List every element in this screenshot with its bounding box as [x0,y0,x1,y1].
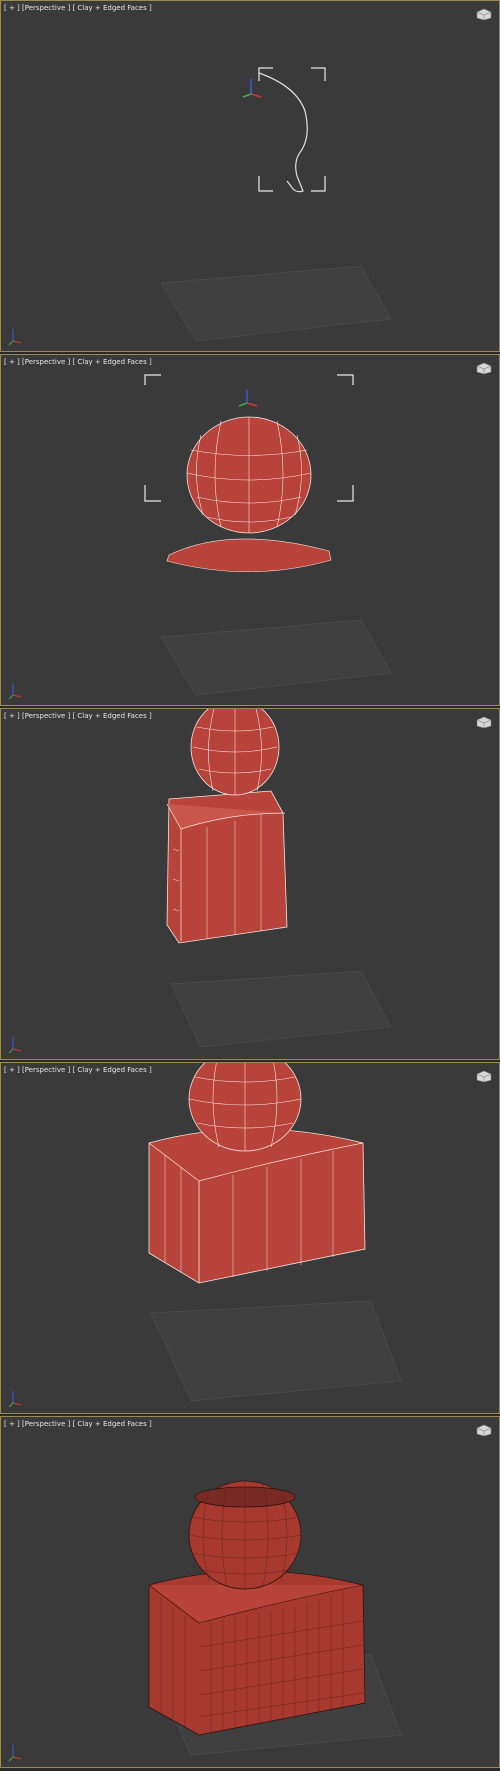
transform-gizmo [242,79,262,98]
home-grid [160,619,392,696]
viewport-scene [8,709,392,1054]
viewport-scene [8,1063,402,1408]
transform-gizmo [238,390,258,407]
axis-tripod-icon [8,329,22,346]
viewport-4[interactable]: [ + ] [Perspective ] [ Clay + Edged Face… [0,1062,500,1414]
home-grid [150,1300,402,1402]
home-grid [160,265,392,342]
viewport-scene [8,67,392,346]
viewport-scene [8,374,392,700]
axis-tripod-icon [8,1391,22,1408]
viewport-scene [8,1480,402,1762]
home-grid [170,970,392,1048]
axis-tripod-icon [8,1037,22,1054]
axis-tripod-icon [8,683,22,700]
viewport-stack: [ + ] [Perspective ] [ Clay + Edged Face… [0,0,500,1771]
viewport-2[interactable]: [ + ] [Perspective ] [ Clay + Edged Face… [0,354,500,706]
axis-tripod-icon [8,1745,22,1762]
selection-brackets [258,67,326,192]
viewport-1[interactable]: [ + ] [Perspective ] [ Clay + Edged Face… [0,0,500,352]
viewport-3[interactable]: [ + ] [Perspective ] [ Clay + Edged Face… [0,708,500,1060]
box-mesh [148,1128,366,1284]
lathe-base [166,538,332,573]
spline-shape [258,72,308,193]
viewport-5[interactable]: [ + ] [Perspective ] [ Clay + Edged Face… [0,1416,500,1768]
